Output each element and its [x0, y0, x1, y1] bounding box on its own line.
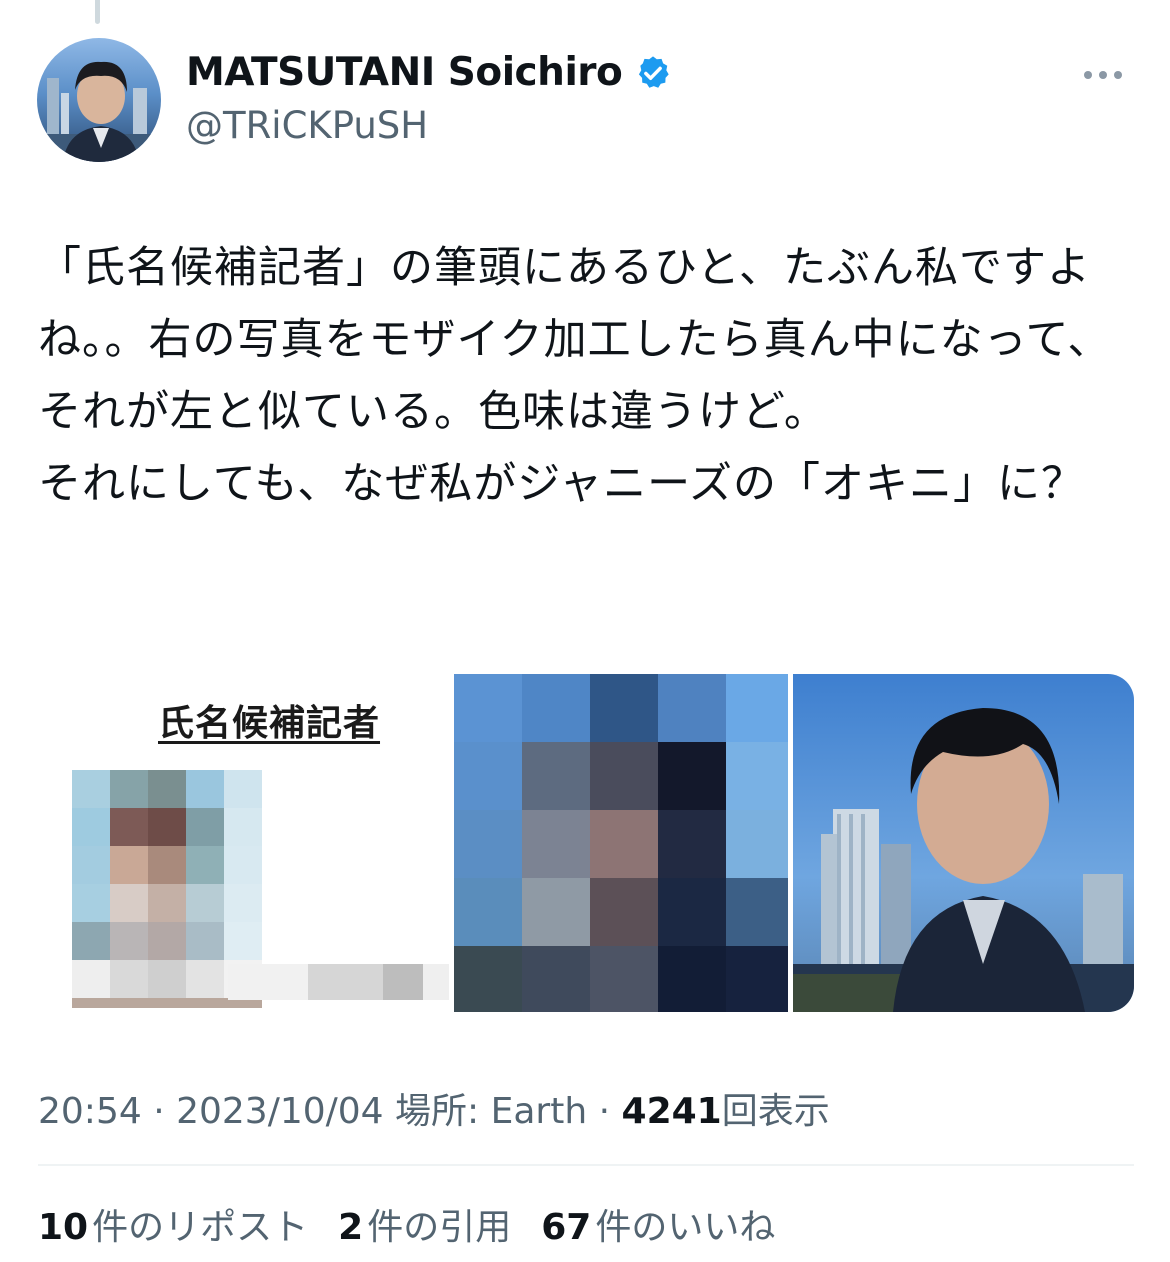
- views-label: 回表示: [721, 1091, 830, 1132]
- media-mosaic-image[interactable]: [454, 674, 788, 1012]
- verified-badge-icon: [634, 54, 672, 92]
- mosaic-portrait-small: [72, 770, 449, 1008]
- tweet-text: 「氏名候補記者」の筆頭にあるひと、たぶん私ですよね。。右の写真をモザイク加工した…: [38, 243, 1112, 509]
- tweet-meta: 20:54 · 2023/10/04 場所: Earth · 4241回表示: [38, 1082, 830, 1134]
- quotes-count: 2: [338, 1207, 364, 1248]
- likes-stat[interactable]: 67 件のいいね: [541, 1198, 775, 1250]
- portrait-photo: [793, 674, 1134, 1012]
- quotes-stat[interactable]: 2 件の引用: [338, 1198, 511, 1250]
- reposts-stat[interactable]: 10 件のリポスト: [38, 1198, 308, 1250]
- divider: [38, 1164, 1134, 1166]
- reposts-count: 10: [38, 1207, 89, 1248]
- author-name-row: MATSUTANI Soichiro: [186, 50, 672, 95]
- tweet-date[interactable]: 2023/10/04: [176, 1091, 384, 1132]
- meta-separator: ·: [153, 1091, 177, 1132]
- tweet-location: 場所: Earth: [395, 1091, 588, 1132]
- media-document-image[interactable]: 氏名候補記者: [38, 674, 449, 1012]
- quotes-label: 件の引用: [367, 1207, 512, 1248]
- engagement-stats: 10 件のリポスト 2 件の引用 67 件のいいね: [38, 1198, 775, 1250]
- reposts-label: 件のリポスト: [92, 1207, 309, 1248]
- mosaic-portrait-large: [454, 674, 788, 1012]
- avatar-image: [37, 61, 161, 162]
- meta-separator: ·: [598, 1091, 622, 1132]
- user-handle[interactable]: @TRiCKPuSH: [186, 104, 428, 147]
- likes-count: 67: [541, 1207, 592, 1248]
- more-options-icon[interactable]: [1078, 60, 1128, 90]
- thread-connector-line: [95, 0, 100, 24]
- avatar[interactable]: [37, 38, 161, 162]
- likes-label: 件のいいね: [595, 1207, 776, 1248]
- views-count: 4241: [621, 1091, 722, 1132]
- tweet-media[interactable]: 氏名候補記者: [38, 674, 1134, 1012]
- display-name[interactable]: MATSUTANI Soichiro: [186, 50, 623, 95]
- media-portrait-photo[interactable]: [793, 674, 1134, 1012]
- tweet-time[interactable]: 20:54: [38, 1091, 142, 1132]
